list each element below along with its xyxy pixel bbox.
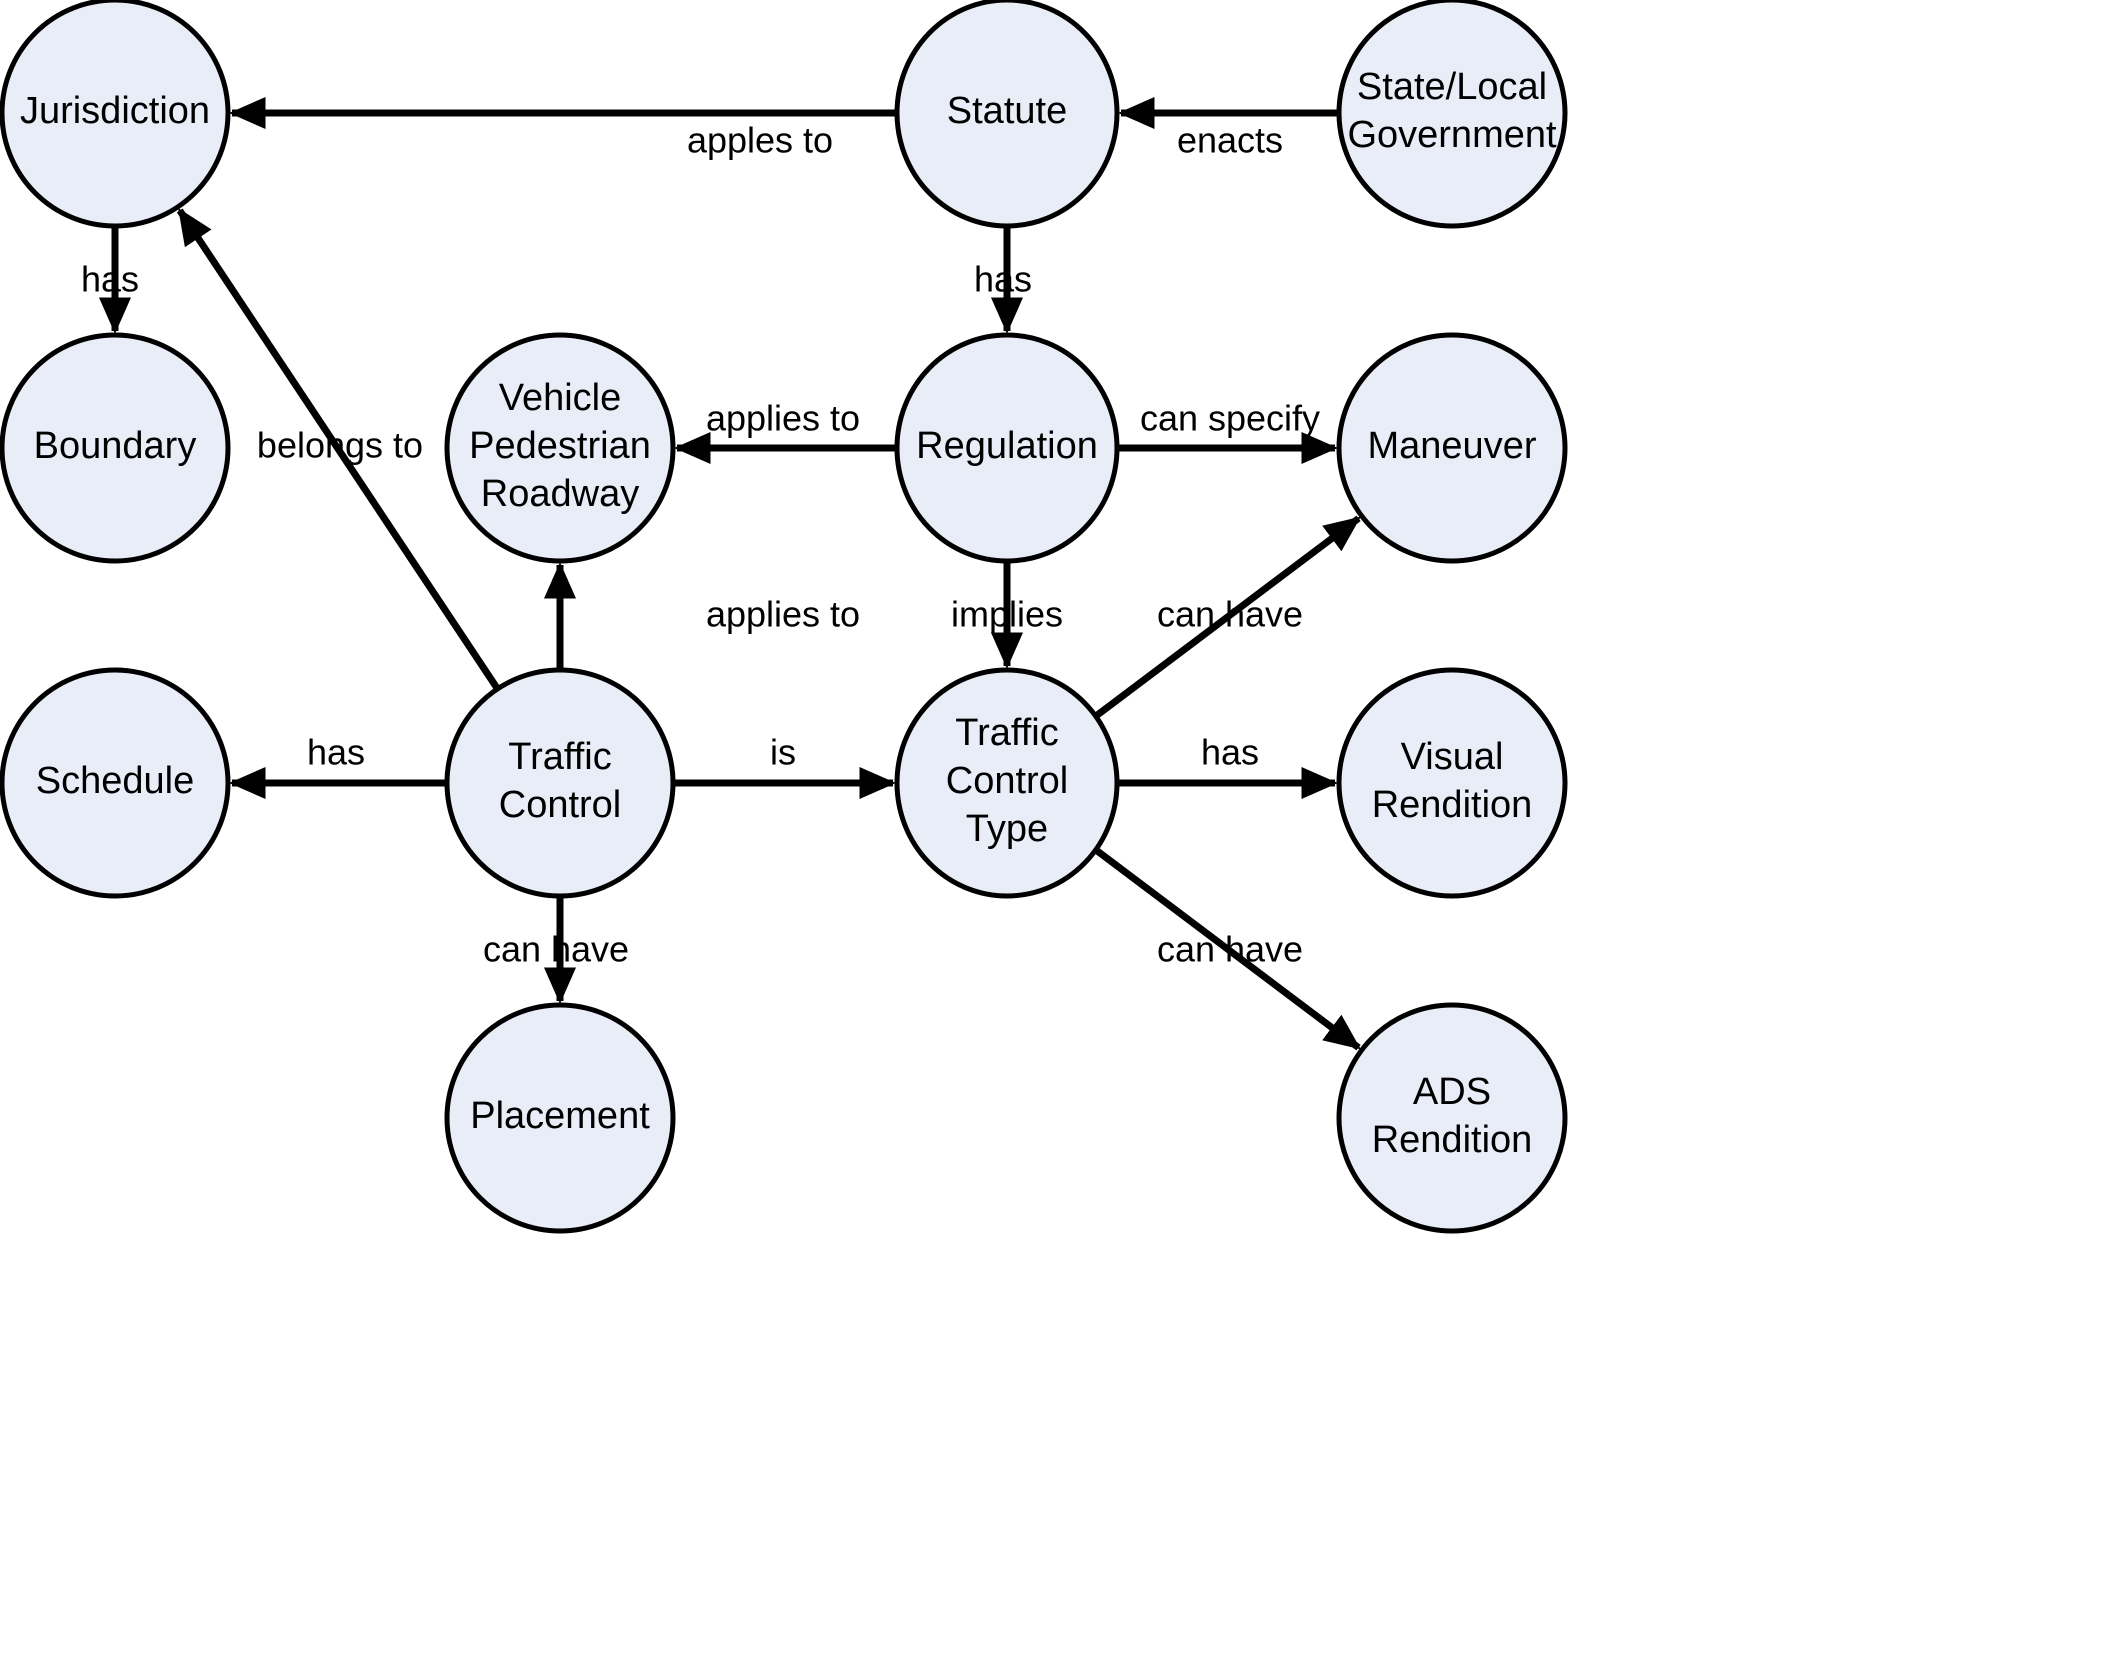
edge-label-statute-jurisdiction: apples to [687, 120, 833, 161]
node-traffic_control_type[interactable]: Traffic Control Type [894, 667, 1120, 899]
node-boundary[interactable]: Boundary [0, 332, 231, 564]
node-label-maneuver: Maneuver [1368, 425, 1537, 467]
node-shape-state_local_gov [1336, 0, 1568, 229]
edge-label-regulation-tctype: implies [951, 594, 1063, 635]
edge-label-tctype-maneuver: can have [1157, 594, 1303, 635]
edge-label-tc-jurisdiction: belongs to [257, 425, 423, 466]
concept-map-diagram: Jurisdiction Statute State/Local Government… [0, 0, 2104, 1654]
node-schedule[interactable]: Schedule [0, 667, 231, 899]
edge-label-tc-schedule: has [307, 732, 365, 773]
edge-label-regulation-maneuver: can specify [1140, 398, 1320, 439]
node-shape-traffic_control [444, 667, 676, 899]
edges-layer [98, 96, 1361, 1051]
edge-labels-layer: apples to enacts has has applies to can speci… [81, 120, 1320, 970]
node-label-jurisdiction: Jurisdiction [20, 90, 210, 132]
node-state_local_gov[interactable]: State/Local Government [1336, 0, 1568, 229]
node-placement[interactable]: Placement [444, 1002, 676, 1234]
edge-label-regulation-vpr: applies to [706, 398, 860, 439]
edge-label-tc-placement: can have [483, 929, 629, 970]
edge-label-gov-statute: enacts [1177, 120, 1283, 161]
node-label-boundary: Boundary [34, 425, 197, 467]
node-maneuver[interactable]: Maneuver [1336, 332, 1568, 564]
node-statute[interactable]: Statute [894, 0, 1120, 229]
edge-label-tc-vpr: applies to [706, 594, 860, 635]
node-label-placement: Placement [470, 1095, 650, 1137]
node-shape-ads_rendition [1336, 1002, 1568, 1234]
node-regulation[interactable]: Regulation [894, 332, 1120, 564]
node-ads_rendition[interactable]: ADS Rendition [1336, 1002, 1568, 1234]
node-visual_rendition[interactable]: Visual Rendition [1336, 667, 1568, 899]
node-traffic_control[interactable]: Traffic Control [444, 667, 676, 899]
node-vehicle_ped_roadway[interactable]: Vehicle Pedestrian Roadway [444, 332, 676, 564]
node-label-schedule: Schedule [36, 760, 194, 802]
edge-label-tctype-visual: has [1201, 732, 1259, 773]
edge-label-statute-regulation: has [974, 259, 1032, 300]
edge-label-tc-tctype: is [770, 732, 796, 773]
node-label-regulation: Regulation [916, 425, 1098, 467]
node-jurisdiction[interactable]: Jurisdiction [0, 0, 231, 229]
edge-label-tctype-ads: can have [1157, 929, 1303, 970]
graph-canvas: Jurisdiction Statute State/Local Government… [0, 0, 1568, 1234]
node-shape-visual_rendition [1336, 667, 1568, 899]
node-label-statute: Statute [947, 90, 1067, 132]
edge-label-jurisdiction-boundary: has [81, 259, 139, 300]
